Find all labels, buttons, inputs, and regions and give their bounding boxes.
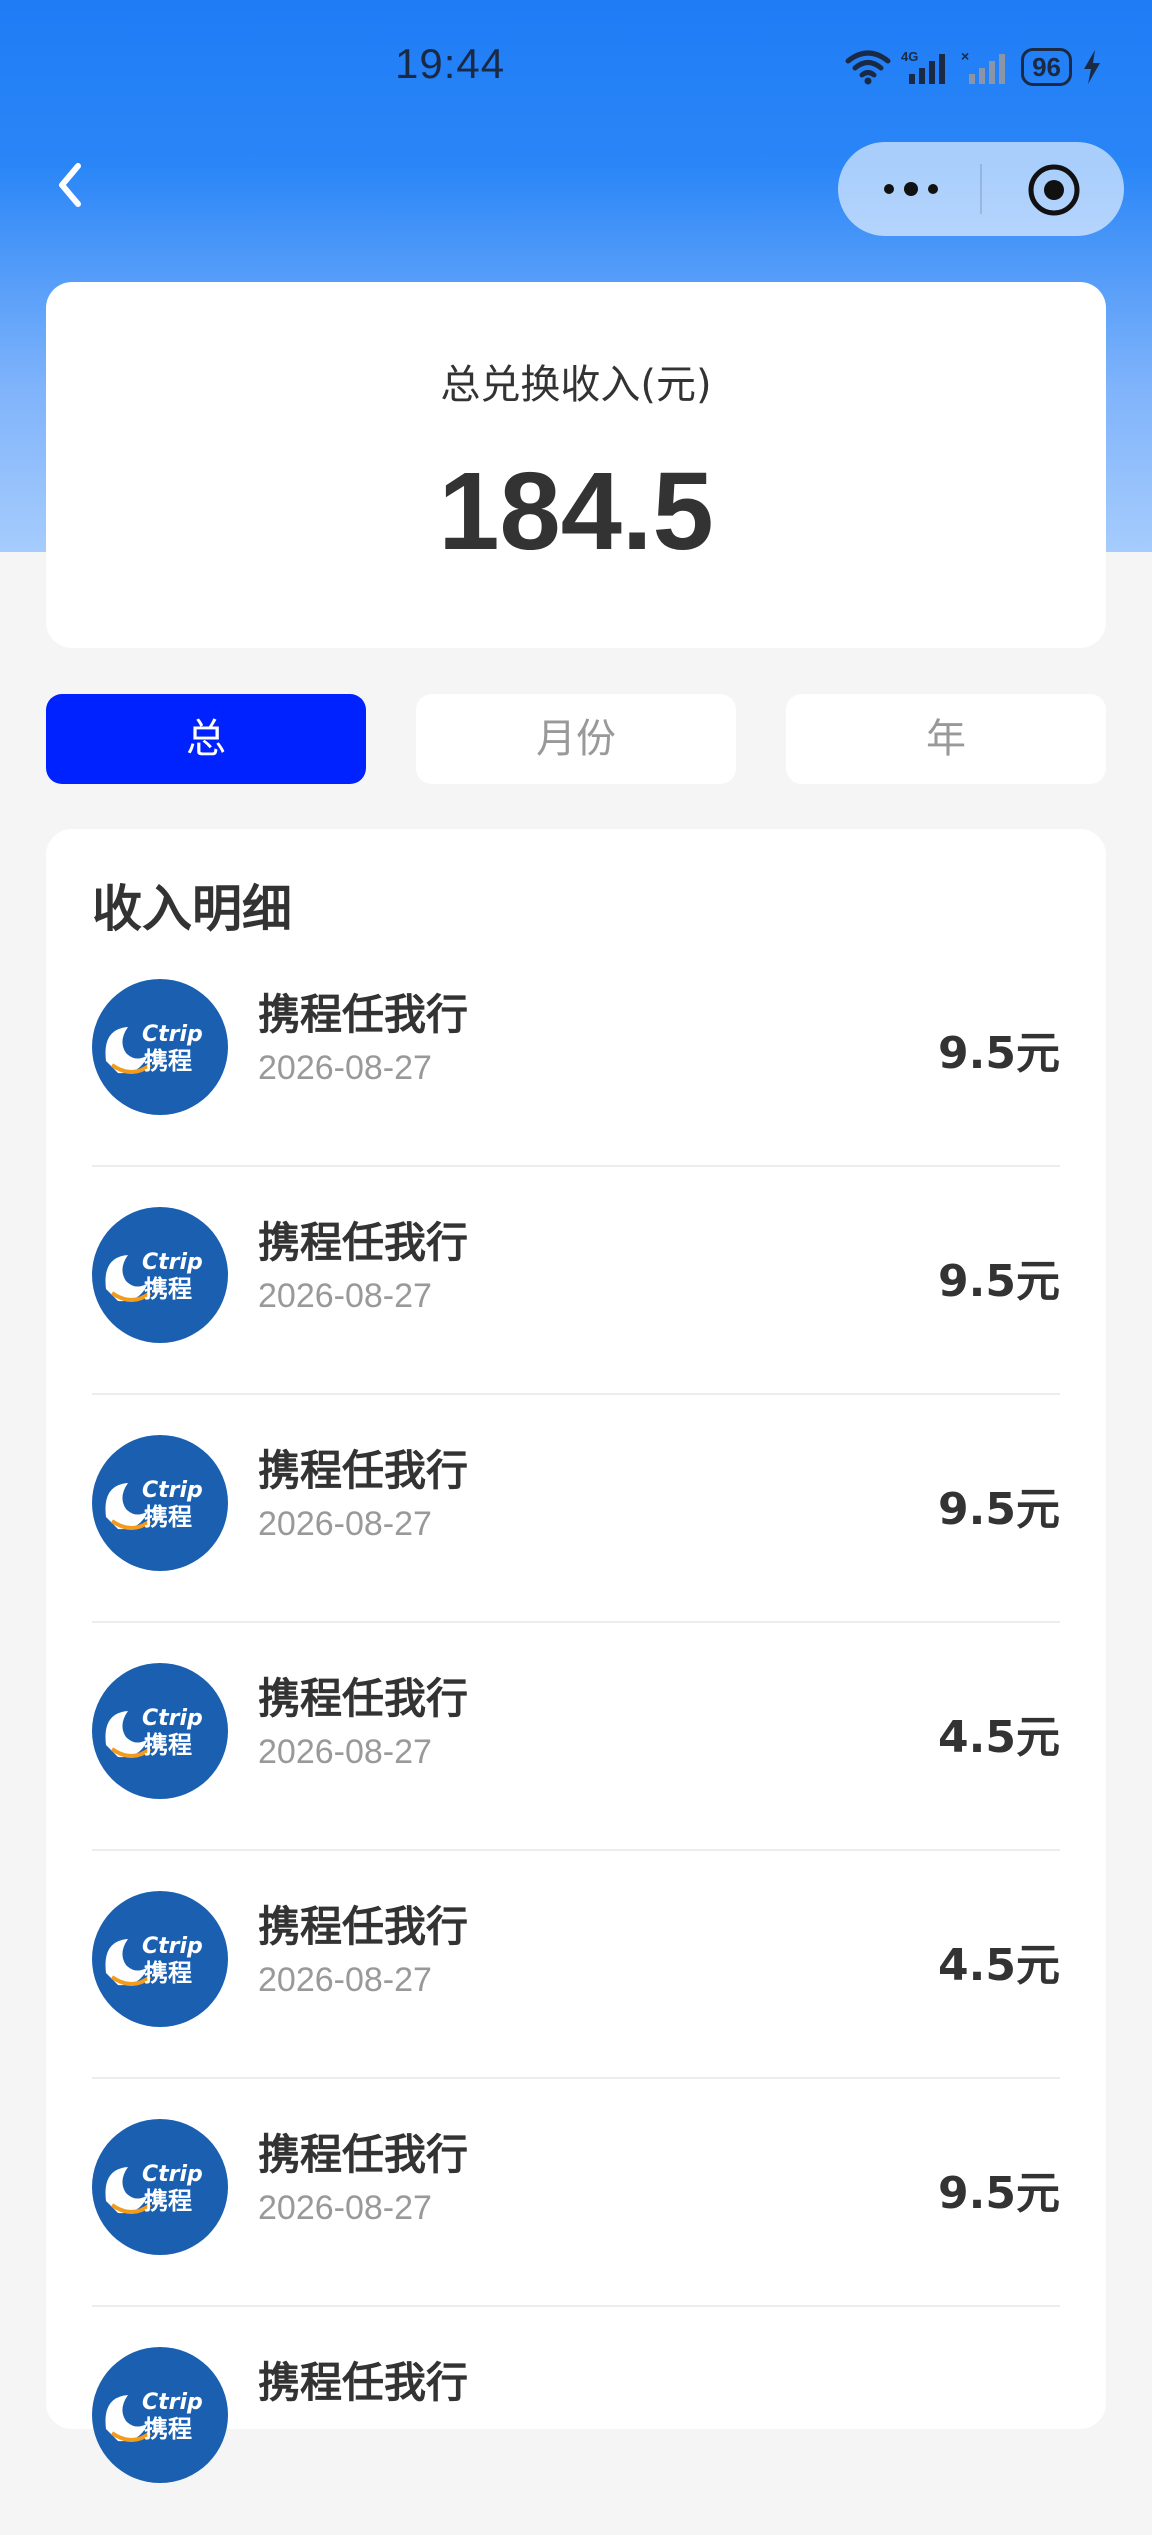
merchant-name: 携程任我行: [258, 1446, 469, 1495]
income-row[interactable]: Ctrip 携程 携程任我行 2026-08-27 9.5元: [92, 939, 1060, 1167]
transaction-date: 2026-08-27: [258, 1505, 432, 1543]
merchant-name: 携程任我行: [258, 2130, 469, 2179]
transaction-date: 2026-08-27: [258, 1961, 432, 1999]
charging-bolt-icon: [1084, 50, 1100, 84]
income-row[interactable]: Ctrip 携程 携程任我行 2026-08-27 9.5元: [92, 1167, 1060, 1395]
svg-text:Ctrip: Ctrip: [142, 1934, 203, 1959]
capsule-divider: [980, 164, 982, 214]
income-detail-title: 收入明细: [92, 880, 292, 938]
income-amount: 9.5元: [938, 1484, 1060, 1535]
status-time: 19:44: [395, 40, 506, 87]
ctrip-logo-icon: Ctrip 携程: [92, 1435, 228, 1571]
income-row[interactable]: Ctrip 携程 携程任我行 2026-08-27 9.5元: [92, 2079, 1060, 2307]
svg-text:携程: 携程: [144, 2415, 192, 2443]
back-chevron-icon[interactable]: [50, 160, 90, 210]
income-amount: 4.5元: [938, 1712, 1060, 1763]
total-income-value: 184.5: [438, 450, 714, 573]
ctrip-logo-icon: Ctrip 携程: [92, 2347, 228, 2483]
svg-text:Ctrip: Ctrip: [142, 1250, 203, 1275]
signal-4g-icon: 4G: [901, 49, 946, 84]
merchant-name: 携程任我行: [258, 1902, 469, 1951]
signal-no-service-icon: ×: [961, 48, 1006, 84]
mini-program-capsule: [838, 142, 1124, 236]
tab-total[interactable]: 总: [46, 694, 366, 784]
transaction-date: 2026-08-27: [258, 2189, 432, 2227]
svg-text:Ctrip: Ctrip: [142, 1022, 203, 1047]
transaction-date: 2026-08-27: [258, 1277, 432, 1315]
merchant-name: 携程任我行: [258, 2358, 469, 2407]
status-bar: 19:44 4G × 96: [0, 0, 1152, 136]
income-amount: 9.5元: [938, 2168, 1060, 2219]
svg-text:携程: 携程: [144, 1275, 192, 1303]
total-income-label: 总兑换收入(元): [440, 362, 712, 408]
more-options-icon[interactable]: [876, 168, 946, 210]
svg-text:携程: 携程: [144, 1731, 192, 1759]
income-amount: 4.5元: [938, 1940, 1060, 1991]
merchant-name: 携程任我行: [258, 1218, 469, 1267]
svg-text:Ctrip: Ctrip: [142, 2390, 203, 2415]
ctrip-logo-icon: Ctrip 携程: [92, 1207, 228, 1343]
svg-text:携程: 携程: [144, 1503, 192, 1531]
svg-text:携程: 携程: [144, 1959, 192, 1987]
transaction-date: 2026-08-27: [258, 1049, 432, 1087]
status-icons: 4G × 96: [845, 44, 1102, 90]
ctrip-logo-icon: Ctrip 携程: [92, 2119, 228, 2255]
svg-text:Ctrip: Ctrip: [142, 2162, 203, 2187]
svg-text:Ctrip: Ctrip: [142, 1478, 203, 1503]
transaction-date: 2026-08-27: [258, 1733, 432, 1771]
svg-text:携程: 携程: [144, 2187, 192, 2215]
svg-text:×: ×: [961, 48, 969, 64]
merchant-name: 携程任我行: [258, 1674, 469, 1723]
tab-year[interactable]: 年: [786, 694, 1106, 784]
close-target-icon[interactable]: [1026, 162, 1082, 218]
income-row[interactable]: Ctrip 携程 携程任我行 2026-08-27 4.5元: [92, 1623, 1060, 1851]
ctrip-logo-icon: Ctrip 携程: [92, 1663, 228, 1799]
ctrip-logo-icon: Ctrip 携程: [92, 1891, 228, 2027]
income-row[interactable]: Ctrip 携程 携程任我行: [92, 2307, 1060, 2535]
tab-month[interactable]: 月份: [416, 694, 736, 784]
income-amount: 9.5元: [938, 1256, 1060, 1307]
svg-text:Ctrip: Ctrip: [142, 1706, 203, 1731]
income-detail-card: 收入明细 Ctrip 携程 携程任我行 2026-08-27 9.5元 Ctri…: [46, 829, 1106, 2483]
ctrip-logo-icon: Ctrip 携程: [92, 979, 228, 1115]
total-income-card: 总兑换收入(元) 184.5: [46, 282, 1106, 648]
income-row[interactable]: Ctrip 携程 携程任我行 2026-08-27 9.5元: [92, 1395, 1060, 1623]
battery-indicator: 96: [1021, 48, 1072, 86]
income-row[interactable]: Ctrip 携程 携程任我行 2026-08-27 4.5元: [92, 1851, 1060, 2079]
svg-text:4G: 4G: [901, 49, 918, 64]
income-amount: 9.5元: [938, 1028, 1060, 1079]
wifi-icon: [845, 50, 891, 85]
svg-text:携程: 携程: [144, 1047, 192, 1075]
merchant-name: 携程任我行: [258, 990, 469, 1039]
